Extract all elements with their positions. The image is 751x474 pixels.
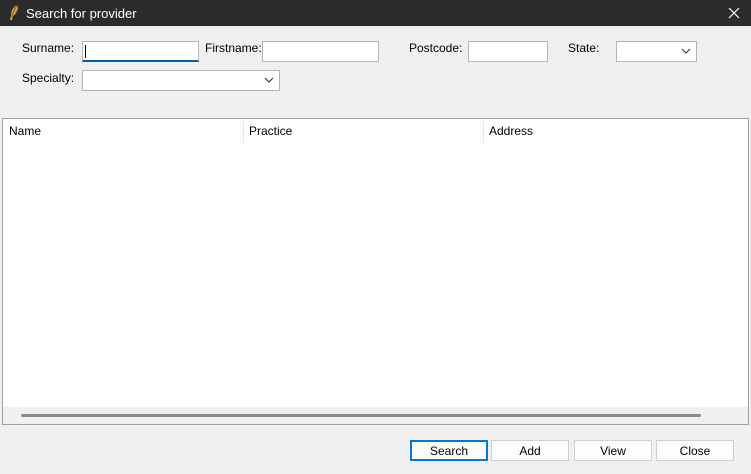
add-button[interactable]: Add (491, 440, 569, 461)
specialty-dropdown[interactable] (82, 70, 280, 91)
surname-label: Surname: (22, 41, 75, 55)
column-header-practice[interactable]: Practice (243, 119, 483, 144)
window-close-button[interactable] (717, 0, 751, 26)
title-bar: Search for provider (0, 0, 751, 26)
column-header-name[interactable]: Name (3, 119, 243, 144)
results-header: Name Practice Address (3, 119, 748, 144)
close-icon (728, 7, 740, 19)
postcode-input[interactable] (468, 41, 548, 62)
firstname-label: Firstname: (205, 41, 262, 55)
surname-input[interactable] (82, 41, 199, 62)
view-button[interactable]: View (574, 440, 652, 461)
chevron-down-icon (264, 77, 274, 83)
search-button[interactable]: Search (410, 440, 488, 461)
quill-feather-icon (10, 4, 18, 20)
horizontal-scrollbar[interactable] (3, 407, 748, 424)
chevron-down-icon (681, 48, 691, 54)
firstname-input[interactable] (262, 41, 379, 62)
state-label: State: (568, 41, 600, 55)
text-caret (85, 45, 86, 58)
window-title: Search for provider (26, 6, 137, 21)
column-header-address[interactable]: Address (483, 119, 748, 144)
close-button[interactable]: Close (656, 440, 734, 461)
specialty-label: Specialty: (22, 71, 75, 85)
postcode-label: Postcode: (409, 41, 463, 55)
scrollbar-thumb[interactable] (21, 414, 701, 417)
state-dropdown[interactable] (616, 41, 697, 62)
results-list[interactable]: Name Practice Address (2, 118, 749, 425)
